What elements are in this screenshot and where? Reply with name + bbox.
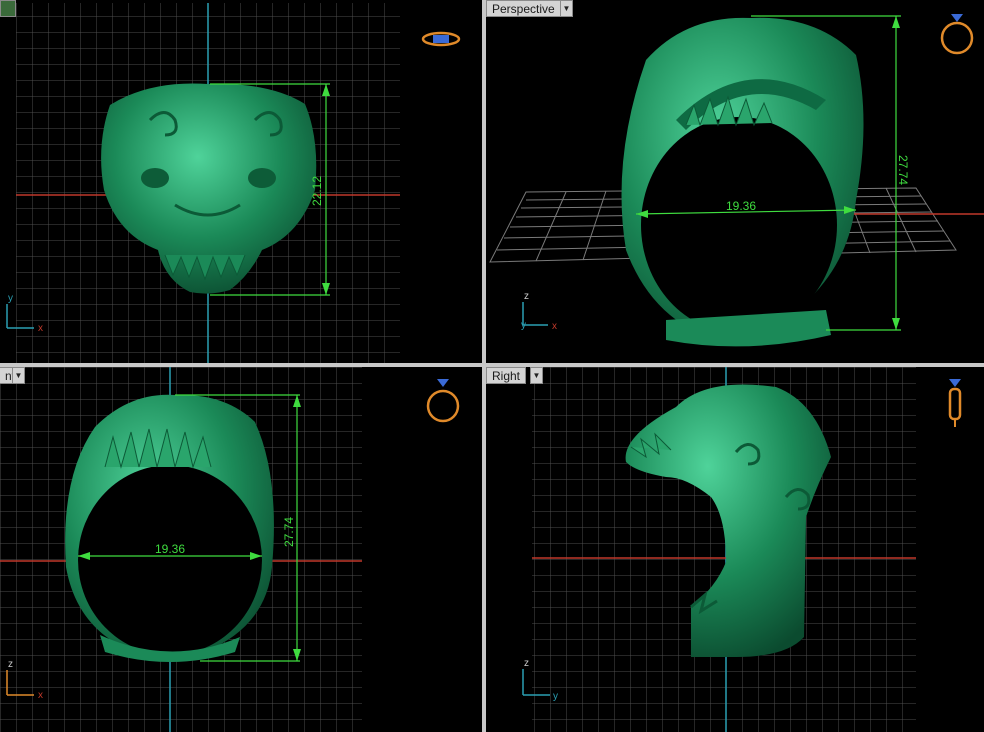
axis-label-z: z — [8, 659, 13, 670]
top-canvas: 22.12 y x — [6, 3, 461, 363]
viewport-top[interactable]: 22.12 y x — [0, 0, 482, 363]
axis-label-x: x — [38, 323, 43, 334]
front-canvas: 19.36 27.74 z x — [0, 367, 460, 732]
front-view-dropdown[interactable]: ▼ — [12, 367, 25, 384]
axis-label-y: y — [521, 320, 526, 331]
ring-model[interactable] — [621, 17, 864, 347]
dimension-height-label: 27.74 — [282, 517, 296, 547]
ring-side-view-icon[interactable] — [948, 379, 962, 427]
ring-perspective-icon[interactable] — [940, 14, 974, 55]
ring-model[interactable] — [65, 394, 274, 662]
viewport-right[interactable]: z y Right ▼ — [486, 367, 984, 732]
perspective-view-label[interactable]: Perspective — [486, 0, 561, 17]
dimension-top-label: 22.12 — [310, 176, 324, 206]
axis-label-y: y — [553, 691, 558, 702]
dimension-height-label: 27.74 — [896, 155, 910, 185]
right-canvas: z y — [522, 367, 962, 732]
axis-label-x: x — [38, 690, 43, 701]
ring-top-view-icon[interactable] — [421, 31, 461, 47]
axis-label-z: z — [524, 658, 529, 669]
dimension-width-label: 19.36 — [726, 199, 756, 213]
viewport-perspective[interactable]: 19.36 27.74 z x y Perspective ▼ — [486, 0, 984, 363]
ring-front-view-icon[interactable] — [426, 379, 460, 423]
axis-label-z: z — [524, 291, 529, 302]
viewport-splitter-horizontal[interactable] — [0, 363, 984, 367]
perspective-canvas: 19.36 27.74 z x y — [489, 14, 984, 347]
dimension-width-label: 19.36 — [155, 542, 185, 556]
right-view-label[interactable]: Right — [486, 367, 527, 384]
viewport-front[interactable]: 19.36 27.74 z x nt ▼ — [0, 367, 482, 732]
right-view-dropdown[interactable]: ▼ — [530, 367, 543, 384]
axis-label-x: x — [552, 321, 557, 332]
top-menu-dropdown[interactable] — [0, 0, 16, 17]
axis-label-y: y — [8, 293, 13, 304]
perspective-view-dropdown[interactable]: ▼ — [560, 0, 573, 17]
axis-gizmo-perspective: z x y — [521, 291, 557, 332]
